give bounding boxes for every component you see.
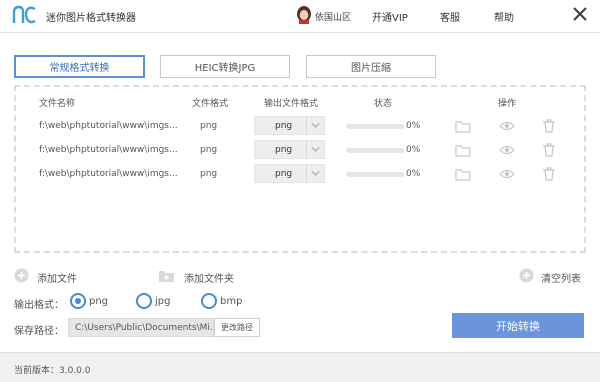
tab-general-convert[interactable]: 常规格式转换: [14, 55, 145, 78]
status-bar: 当前版本：3.0.0.0: [0, 352, 600, 382]
progress-bar: [346, 172, 404, 177]
eye-icon[interactable]: [499, 167, 515, 181]
title-divider: [0, 32, 600, 33]
user-name[interactable]: 依国山区: [315, 10, 351, 23]
chevron-down-icon[interactable]: [306, 165, 324, 182]
output-format-value: png: [275, 145, 293, 155]
header-actions: 操作: [498, 99, 517, 109]
radio-bmp[interactable]: [201, 293, 217, 309]
chevron-down-icon[interactable]: [306, 117, 324, 134]
title-bar: 迷你图片格式转换器 依国山区 开通VIP 客服 帮助: [0, 0, 600, 30]
tab-image-compress[interactable]: 图片压缩: [306, 55, 436, 78]
output-format-select[interactable]: png: [254, 116, 325, 135]
radio-bmp-label[interactable]: bmp: [220, 296, 242, 307]
progress-percent: 0%: [406, 145, 421, 155]
file-format: png: [200, 121, 218, 131]
tab-heic-to-jpg[interactable]: HEIC转换JPG: [160, 55, 290, 78]
avatar-icon[interactable]: [296, 6, 312, 24]
folder-icon[interactable]: [455, 119, 471, 133]
service-link[interactable]: 客服: [440, 9, 460, 24]
logo-icon: [12, 5, 36, 24]
radio-png-label[interactable]: png: [89, 296, 108, 307]
add-folder-icon[interactable]: [158, 268, 175, 283]
output-format-select[interactable]: png: [254, 164, 325, 183]
header-file-format: 文件格式: [192, 99, 229, 109]
chevron-down-icon[interactable]: [306, 141, 324, 158]
save-path-field[interactable]: C:\Users\Public\Documents\Mi...: [68, 318, 214, 337]
vip-link[interactable]: 开通VIP: [372, 9, 408, 24]
eye-icon[interactable]: [499, 119, 515, 133]
trash-icon[interactable]: [541, 119, 557, 133]
plus-circle-icon[interactable]: [14, 268, 29, 283]
app-title: 迷你图片格式转换器: [46, 13, 136, 24]
progress-bar: [346, 124, 404, 129]
version-text: 当前版本：3.0.0.0: [14, 366, 91, 376]
radio-jpg-label[interactable]: jpg: [155, 296, 170, 307]
output-format-value: png: [275, 169, 293, 179]
close-icon[interactable]: [572, 5, 588, 23]
eye-icon[interactable]: [499, 143, 515, 157]
progress-percent: 0%: [406, 121, 421, 131]
radio-jpg[interactable]: [136, 293, 152, 309]
plus-circle-icon[interactable]: [519, 268, 534, 283]
output-format-label: 输出格式：: [14, 300, 64, 311]
header-output-format: 输出文件格式: [264, 99, 319, 109]
file-format: png: [200, 169, 218, 179]
folder-icon[interactable]: [455, 143, 471, 157]
table-row[interactable]: f:\web\phptutorial\www\imgs... png png 0…: [0, 140, 600, 162]
change-path-button[interactable]: 更改路径: [214, 318, 260, 337]
add-folder-button[interactable]: 添加文件夹: [184, 270, 234, 285]
start-convert-button[interactable]: 开始转换: [452, 313, 584, 338]
file-path: f:\web\phptutorial\www\imgs...: [39, 169, 178, 179]
add-file-button[interactable]: 添加文件: [37, 270, 77, 285]
output-format-value: png: [275, 121, 293, 131]
radio-png[interactable]: [70, 293, 86, 309]
header-status: 状态: [374, 99, 393, 109]
save-path-label: 保存路径：: [14, 326, 64, 337]
help-link[interactable]: 帮助: [494, 9, 514, 24]
progress-percent: 0%: [406, 169, 421, 179]
clear-list-button[interactable]: 清空列表: [541, 270, 581, 285]
header-file-name: 文件名称: [39, 99, 76, 109]
progress-bar: [346, 148, 404, 153]
trash-icon[interactable]: [541, 143, 557, 157]
file-path: f:\web\phptutorial\www\imgs...: [39, 121, 178, 131]
trash-icon[interactable]: [541, 167, 557, 181]
output-format-select[interactable]: png: [254, 140, 325, 159]
table-row[interactable]: f:\web\phptutorial\www\imgs... png png 0…: [0, 164, 600, 186]
file-format: png: [200, 145, 218, 155]
folder-icon[interactable]: [455, 167, 471, 181]
file-path: f:\web\phptutorial\www\imgs...: [39, 145, 178, 155]
table-row[interactable]: f:\web\phptutorial\www\imgs... png png 0…: [0, 116, 600, 138]
